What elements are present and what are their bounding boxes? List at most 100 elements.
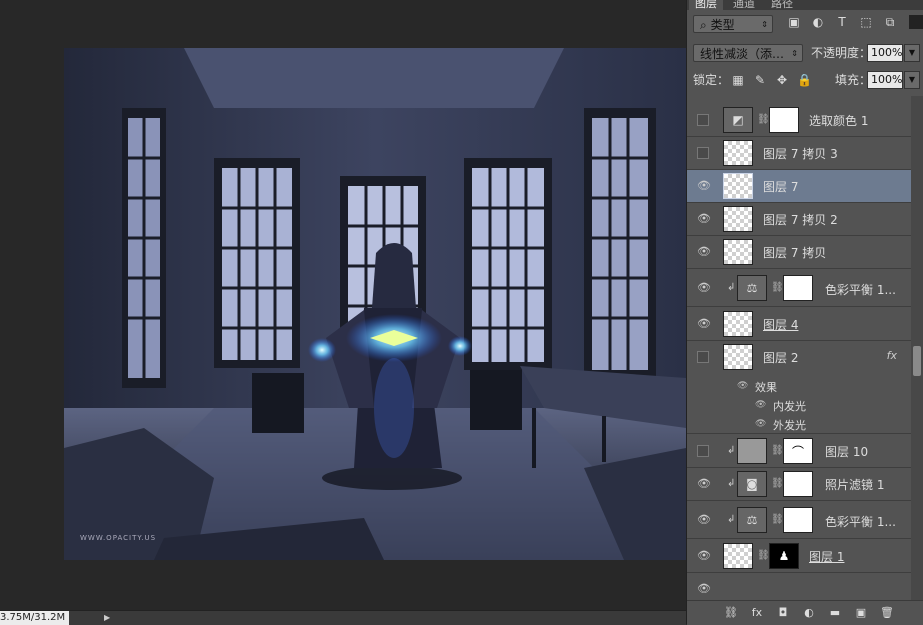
layer-row[interactable]: ↲ ⛓ ⌒ 图层 10 [687,435,911,468]
eye-icon[interactable]: 👁 [755,400,766,410]
new-group-folder-icon[interactable]: ▬ [827,605,843,621]
tab-channels[interactable]: 通道 [727,0,761,10]
scrollbar-thumb[interactable] [913,346,921,376]
layer-thumbnail[interactable] [723,543,753,569]
effect-outer-glow[interactable]: 外发光 [773,417,806,433]
layer-row[interactable]: 👁 ↲ ◙ ⛓ 照片滤镜 1 [687,468,911,501]
link-chain-icon[interactable]: ⛓ [757,550,770,562]
eye-icon[interactable]: 👁 [697,318,711,330]
layer-name[interactable]: 图层 7 拷贝 [763,244,826,261]
layer-thumbnail[interactable] [737,438,767,464]
lock-brush-icon[interactable]: ✎ [753,73,767,87]
layer-name[interactable]: 图层 7 [763,178,798,195]
eye-icon[interactable]: 👁 [697,550,711,562]
fx-badge[interactable]: fx [887,349,897,362]
layer-row[interactable]: ◩ ⛓ 选取颜色 1 [687,104,911,137]
layer-mask-thumbnail[interactable] [769,107,799,133]
layer-thumbnail[interactable] [723,206,753,232]
eye-icon[interactable]: 👁 [697,478,711,490]
lock-transparency-icon[interactable]: ▦ [731,73,745,87]
eye-icon[interactable]: 👁 [697,583,711,595]
filter-pixel-icon[interactable]: ▣ [787,15,801,29]
layer-name[interactable]: 色彩平衡 1... [825,513,896,530]
filter-type-icon[interactable]: T [835,15,849,29]
layer-row[interactable]: 👁 ⛓ ♟ 图层 1 [687,540,911,573]
layer-name[interactable]: 图层 1 [809,548,844,565]
fill-dropdown-icon[interactable]: ▼ [904,71,920,89]
filter-toggle-icon[interactable] [909,15,923,29]
lock-all-icon[interactable]: 🔒 [797,73,812,87]
layer-name[interactable]: 照片滤镜 1 [825,476,884,493]
new-adjustment-icon[interactable]: ◐ [801,605,817,621]
layer-name[interactable]: 图层 2 [763,349,798,366]
eye-icon[interactable]: 👁 [755,419,766,429]
eye-icon[interactable]: 👁 [697,514,711,526]
blend-mode-select[interactable]: 线性减淡（添… ⇕ [693,44,803,62]
visibility-toggle-off[interactable] [697,147,709,159]
layer-row[interactable]: 图层 2 fx [687,341,911,374]
layer-list-scrollbar[interactable] [911,96,923,600]
add-mask-icon[interactable]: ◘ [775,605,791,621]
layer-list[interactable]: ◩ ⛓ 选取颜色 1 图层 7 拷贝 3 👁 图层 7 👁 图层 7 拷贝 2 … [687,96,911,600]
eye-icon[interactable]: 👁 [697,282,711,294]
layer-name[interactable]: 图层 4 [763,316,798,333]
status-menu-arrow-icon[interactable]: ▶ [104,613,110,622]
opacity-input[interactable]: 100% [867,44,903,62]
link-layers-icon[interactable]: ⛓ [723,605,739,621]
layer-row[interactable]: 👁 图层 4 [687,308,911,341]
visibility-toggle-off[interactable] [697,445,709,457]
layer-name[interactable]: 图层 10 [825,443,868,460]
canvas-area[interactable]: WWW.OPACITY.US [0,0,686,610]
delete-layer-trash-icon[interactable]: 🗑 [879,605,895,621]
layer-row-partial[interactable]: 👁 [687,573,911,600]
layer-thumbnail[interactable] [723,311,753,337]
document-size-readout[interactable]: 3.75M/31.2M [0,611,70,625]
effects-group[interactable]: 👁 效果 [687,377,911,396]
link-chain-icon[interactable]: ⛓ [771,445,784,457]
new-layer-icon[interactable]: ▣ [853,605,869,621]
lock-move-icon[interactable]: ✥ [775,73,789,87]
effect-inner-glow[interactable]: 内发光 [773,398,806,414]
layer-filter-kind-select[interactable]: ⌕ 类型 ⇕ [693,15,773,33]
link-chain-icon[interactable]: ⛓ [771,282,784,294]
add-style-fx-icon[interactable]: fx [749,605,765,621]
layer-row[interactable]: 👁 ↲ ⚖ ⛓ 色彩平衡 1... [687,269,911,307]
link-chain-icon[interactable]: ⛓ [757,114,770,126]
link-chain-icon[interactable]: ⛓ [771,478,784,490]
layer-thumbnail[interactable] [723,173,753,199]
layer-thumbnail[interactable] [723,239,753,265]
layer-thumbnail[interactable] [723,140,753,166]
fill-input[interactable]: 100% [867,71,903,89]
effect-item[interactable]: 👁 外发光 [687,415,911,434]
effect-item[interactable]: 👁 内发光 [687,396,911,415]
layer-row[interactable]: 👁 ↲ ⚖ ⛓ 色彩平衡 1... [687,501,911,539]
layer-name[interactable]: 图层 7 拷贝 2 [763,211,838,228]
layer-name[interactable]: 选取颜色 1 [809,112,868,129]
layer-row-selected[interactable]: 👁 图层 7 [687,170,911,203]
tab-paths[interactable]: 路径 [765,0,799,10]
visibility-toggle-off[interactable] [697,351,709,363]
layer-mask-thumbnail[interactable]: ⌒ [783,438,813,464]
layer-mask-thumbnail[interactable]: ♟ [769,543,799,569]
layer-mask-thumbnail[interactable] [783,275,813,301]
visibility-toggle-off[interactable] [697,114,709,126]
eye-icon[interactable]: 👁 [697,180,711,192]
filter-adjustment-icon[interactable]: ◐ [811,15,825,29]
layer-row[interactable]: 👁 图层 7 拷贝 [687,236,911,269]
layer-name[interactable]: 色彩平衡 1... [825,281,896,298]
layer-row[interactable]: 图层 7 拷贝 3 [687,137,911,170]
filter-shape-icon[interactable]: ⬚ [859,15,873,29]
link-chain-icon[interactable]: ⛓ [771,514,784,526]
opacity-dropdown-icon[interactable]: ▼ [904,44,920,62]
eye-icon[interactable]: 👁 [697,246,711,258]
document-canvas[interactable]: WWW.OPACITY.US [64,48,686,560]
layer-thumbnail[interactable] [723,344,753,370]
layer-row[interactable]: 👁 图层 7 拷贝 2 [687,203,911,236]
layer-mask-thumbnail[interactable] [783,471,813,497]
eye-icon[interactable]: 👁 [697,213,711,225]
eye-icon[interactable]: 👁 [737,381,748,391]
layer-name[interactable]: 图层 7 拷贝 3 [763,145,838,162]
tab-layers[interactable]: 图层 [689,0,723,10]
filter-smartobject-icon[interactable]: ⧉ [883,15,897,29]
layer-mask-thumbnail[interactable] [783,507,813,533]
